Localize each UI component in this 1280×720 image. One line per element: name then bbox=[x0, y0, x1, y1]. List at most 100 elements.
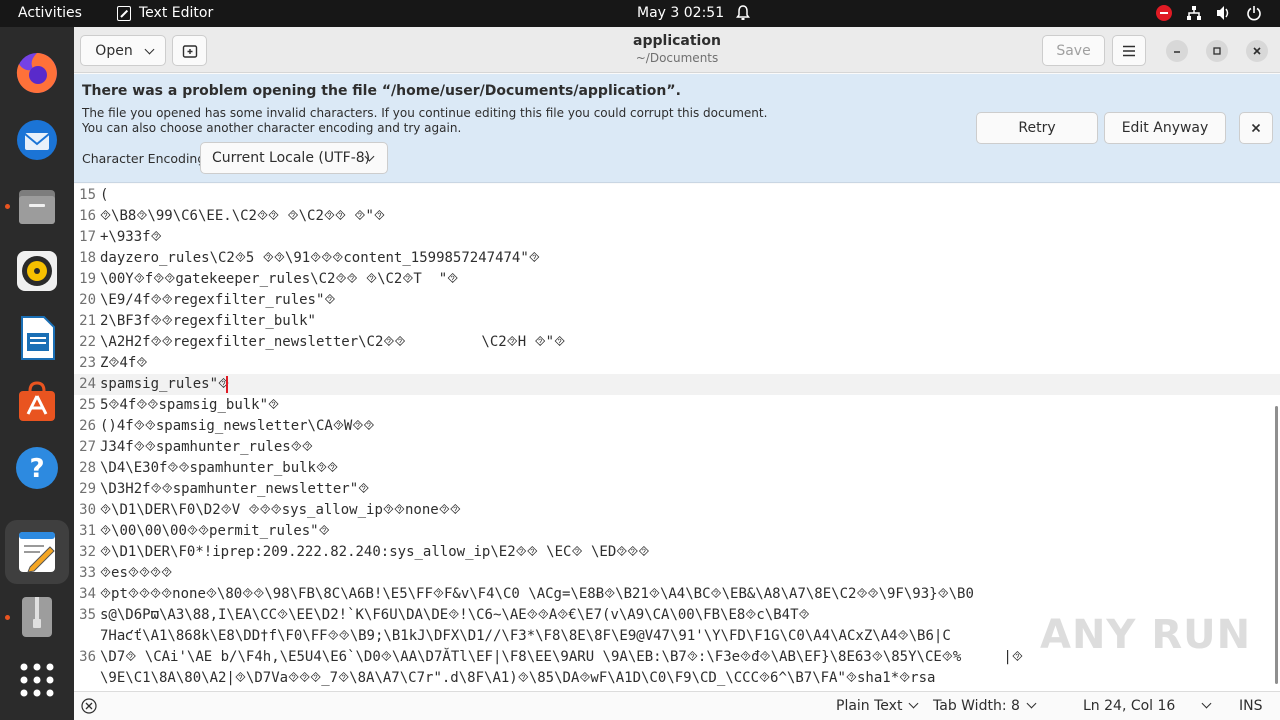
editor-line[interactable]: \9E\C1\8A\80\A2|⯑\D7Va⯑⯑⯑_7⯑\8A\A7\C7r".… bbox=[74, 668, 1280, 689]
infobar-message: The file you opened has some invalid cha… bbox=[82, 106, 767, 136]
line-number: 35 bbox=[79, 607, 96, 623]
power-alert-icon[interactable] bbox=[1156, 5, 1172, 21]
insert-mode-indicator[interactable]: INS bbox=[1239, 698, 1263, 714]
power-icon[interactable] bbox=[1246, 5, 1262, 21]
line-text: J34f⯑⯑spamhunter_rules⯑⯑ bbox=[100, 439, 313, 455]
cursor-position-selector[interactable]: Ln 24, Col 16 bbox=[1083, 698, 1212, 714]
language-selector[interactable]: Plain Text bbox=[836, 698, 919, 714]
hamburger-menu-icon bbox=[1123, 45, 1135, 56]
clock[interactable]: May 3 02:51 bbox=[637, 5, 724, 21]
line-text: dayzero_rules\C2⯑5 ⯑⯑\91⯑⯑⯑content_15998… bbox=[100, 250, 540, 266]
editor-line[interactable]: 15( bbox=[74, 185, 1280, 206]
editor-line[interactable]: 28 \D4\E30f⯑⯑spamhunter_bulk⯑⯑ bbox=[74, 458, 1280, 479]
line-text: ⯑\00\00\00⯑⯑permit_rules"⯑ bbox=[100, 523, 330, 539]
editor-line[interactable]: 26 ()4f⯑⯑spamsig_newsletter\CA⯑W⯑⯑ bbox=[74, 416, 1280, 437]
editor-line[interactable]: 29 \D3H2f⯑⯑spamhunter_newsletter"⯑ bbox=[74, 479, 1280, 500]
top-bar: Activities Text Editor May 3 02:51 bbox=[0, 0, 1280, 27]
dock-archive[interactable] bbox=[14, 594, 60, 640]
editor-line[interactable]: 24 spamsig_rules"⯑ bbox=[74, 374, 1280, 395]
app-grid-icon bbox=[20, 663, 54, 697]
editor-line[interactable]: 16 ⯑\B8⯑\99\C6\EE.\C2⯑⯑ ⯑\C2⯑⯑ ⯑"⯑ bbox=[74, 206, 1280, 227]
editor-line[interactable]: 20 \E9/4f⯑⯑regexfilter_rules"⯑ bbox=[74, 290, 1280, 311]
line-number: 25 bbox=[79, 397, 96, 413]
line-text: \9E\C1\8A\80\A2|⯑\D7Va⯑⯑⯑_7⯑\8A\A7\C7r".… bbox=[100, 670, 936, 686]
language-label: Plain Text bbox=[836, 698, 903, 714]
infobar-message-line: You can also choose another character en… bbox=[82, 121, 462, 135]
chevron-down-icon bbox=[1026, 698, 1037, 709]
dock-thunderbird[interactable] bbox=[14, 117, 60, 163]
dock-show-applications[interactable] bbox=[14, 657, 60, 703]
editor-line[interactable]: 27 J34f⯑⯑spamhunter_rules⯑⯑ bbox=[74, 437, 1280, 458]
maximize-icon bbox=[1213, 47, 1221, 55]
dock-ubuntu-software[interactable] bbox=[14, 379, 60, 425]
line-number: 26 bbox=[79, 418, 96, 434]
bell-icon[interactable] bbox=[736, 5, 750, 21]
line-text: \00Y⯑f⯑⯑gatekeeper_rules\C2⯑⯑ ⯑\C2⯑T "⯑ bbox=[100, 271, 459, 287]
firefox-icon bbox=[16, 53, 57, 93]
editor-line[interactable]: 31 ⯑\00\00\00⯑⯑permit_rules"⯑ bbox=[74, 521, 1280, 542]
editor-line[interactable]: 21 2\BF3f⯑⯑regexfilter_bulk" bbox=[74, 311, 1280, 332]
network-icon[interactable] bbox=[1186, 5, 1202, 21]
cursor-position-label: Ln 24, Col 16 bbox=[1083, 698, 1176, 714]
line-text: 5⯑4f⯑⯑spamsig_bulk"⯑ bbox=[100, 397, 280, 413]
text-view[interactable]: \9E\C1\8A\80\A2|⯑\D7Va⯑⯑⯑_7⯑\8A\A7\C7r".… bbox=[74, 184, 1280, 691]
text-editor-icon bbox=[19, 532, 55, 573]
main-menu-button[interactable] bbox=[1112, 35, 1146, 66]
line-number: 15 bbox=[79, 187, 96, 203]
vertical-scrollbar[interactable] bbox=[1275, 406, 1278, 684]
save-button[interactable]: Save bbox=[1042, 35, 1105, 66]
editor-line[interactable]: 32 ⯑\D1\DER\F0*!iprep:209.222.82.240:sys_… bbox=[74, 542, 1280, 563]
line-number: 22 bbox=[79, 334, 96, 350]
line-text: ⯑\D1\DER\F0\D2⯑V ⯑⯑⯑sys_allow_ip⯑⯑none⯑⯑ bbox=[100, 502, 461, 518]
app-menu[interactable]: Text Editor bbox=[117, 5, 213, 21]
dock-help[interactable]: ? bbox=[14, 445, 60, 491]
maximize-button[interactable] bbox=[1206, 40, 1228, 62]
dock-rhythmbox[interactable] bbox=[14, 248, 60, 294]
volume-icon[interactable] bbox=[1216, 5, 1232, 21]
text-editor-window: Open application ~/Documents Save There bbox=[74, 27, 1280, 720]
tab-width-selector[interactable]: Tab Width: 8 bbox=[933, 698, 1037, 714]
editor-line[interactable]: 17 +\933f⯑ bbox=[74, 227, 1280, 248]
editor-line[interactable]: 25 5⯑4f⯑⯑spamsig_bulk"⯑ bbox=[74, 395, 1280, 416]
line-number: 36 bbox=[79, 649, 96, 665]
line-text: ( bbox=[100, 187, 109, 203]
editor-line[interactable]: 33 ⯑es⯑⯑⯑⯑ bbox=[74, 563, 1280, 584]
close-infobar-button[interactable] bbox=[1239, 112, 1273, 144]
close-icon bbox=[1251, 123, 1261, 133]
close-circle-icon[interactable] bbox=[81, 698, 97, 714]
line-text: spamsig_rules"⯑ bbox=[100, 376, 230, 392]
software-icon bbox=[19, 381, 55, 421]
writer-icon bbox=[21, 316, 55, 360]
line-text: \D3H2f⯑⯑spamhunter_newsletter"⯑ bbox=[100, 481, 370, 497]
chevron-down-icon bbox=[1201, 698, 1212, 709]
close-window-button[interactable] bbox=[1246, 40, 1268, 62]
line-text: 2\BF3f⯑⯑regexfilter_bulk" bbox=[100, 313, 316, 329]
editor-line[interactable]: 18 dayzero_rules\C2⯑5 ⯑⯑\91⯑⯑⯑content_159… bbox=[74, 248, 1280, 269]
watermark: ANY RUN bbox=[1040, 612, 1252, 658]
editor-line[interactable]: 23 Z⯑4f⯑ bbox=[74, 353, 1280, 374]
line-text: +\933f⯑ bbox=[100, 229, 162, 245]
encoding-error-infobar: There was a problem opening the file “/h… bbox=[74, 74, 1280, 183]
minimize-button[interactable] bbox=[1166, 40, 1188, 62]
dock-firefox[interactable] bbox=[14, 50, 60, 96]
editor-line[interactable]: 34 ⯑pt⯑⯑⯑⯑none⯑\80⯑⯑\98\FB\8C\A6B!\E5\FF⯑… bbox=[74, 584, 1280, 605]
dock-text-editor[interactable] bbox=[5, 520, 69, 584]
status-bar: Plain Text Tab Width: 8 Ln 24, Col 16 IN… bbox=[74, 691, 1280, 720]
activities-button[interactable]: Activities bbox=[18, 5, 82, 21]
line-number: 27 bbox=[79, 439, 96, 455]
line-number: 24 bbox=[79, 376, 96, 392]
line-number: 30 bbox=[79, 502, 96, 518]
dock-writer[interactable] bbox=[14, 315, 60, 361]
edit-anyway-button[interactable]: Edit Anyway bbox=[1104, 112, 1226, 144]
line-number: 32 bbox=[79, 544, 96, 560]
line-number: 17 bbox=[79, 229, 96, 245]
editor-line[interactable]: 30 ⯑\D1\DER\F0\D2⯑V ⯑⯑⯑sys_allow_ip⯑⯑none… bbox=[74, 500, 1280, 521]
dock-files[interactable] bbox=[14, 183, 60, 229]
system-tray[interactable] bbox=[1156, 5, 1262, 21]
retry-button[interactable]: Retry bbox=[976, 112, 1098, 144]
character-encoding-dropdown[interactable]: Current Locale (UTF-8) bbox=[200, 142, 388, 174]
line-text: 7Haƈť\A1\868k\E8\DD†f\F0\FF⯑⯑\B9;\B1kJ\D… bbox=[100, 628, 951, 644]
line-text: \D4\E30f⯑⯑spamhunter_bulk⯑⯑ bbox=[100, 460, 339, 476]
editor-line[interactable]: 19 \00Y⯑f⯑⯑gatekeeper_rules\C2⯑⯑ ⯑\C2⯑T "… bbox=[74, 269, 1280, 290]
editor-line[interactable]: 22 \A2H2f⯑⯑regexfilter_newsletter\C2⯑⯑ \C… bbox=[74, 332, 1280, 353]
